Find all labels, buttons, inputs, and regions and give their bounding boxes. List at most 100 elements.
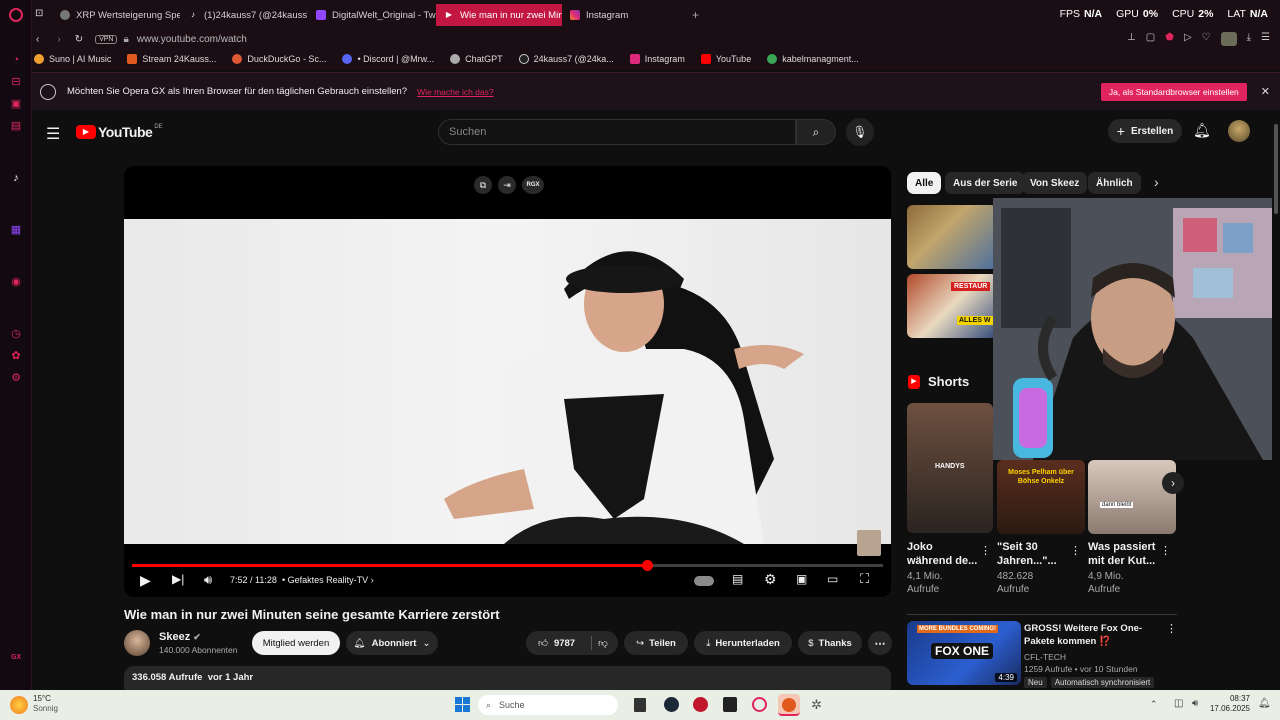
channel-watermark[interactable] [857,530,881,556]
bookmark-chatgpt[interactable]: ChatGPT [450,54,503,64]
tab-instagram[interactable]: Instagram [562,4,690,26]
weather-icon[interactable] [10,696,28,714]
autoplay-toggle[interactable] [694,576,714,586]
progress-scrubber[interactable] [642,560,654,571]
gx-corner-icon[interactable]: ◔ [8,52,24,68]
bookmark-discord[interactable]: • Discord | @Mrw... [342,54,434,64]
page-scrollbar[interactable] [1272,112,1280,690]
progress-track[interactable] [132,564,883,567]
vpn-badge[interactable]: VPN [95,34,118,44]
new-tab-icon[interactable]: + [692,8,699,22]
notification-center-icon[interactable]: 🔔︎ [1258,698,1271,709]
exit-icon[interactable]: ⇥ [498,176,516,194]
taskbar-search[interactable]: ⌕ Suche [478,695,618,715]
clock[interactable]: 08:37 17.06.2025 [1206,694,1250,714]
guide-menu-icon[interactable]: ☰ [46,124,60,144]
channel-name[interactable]: Skeez ✔ [159,631,201,643]
fullscreen-icon[interactable]: ⛶ [860,571,869,587]
video-player[interactable]: ⧉ ⇥ RGX ▶ ▶| 🔊︎ 7:52 / 11:28 • Gefaktes … [124,166,891,597]
account-avatar[interactable] [1228,120,1250,142]
opera-logo-icon[interactable] [9,8,23,22]
recommended-thumb-2[interactable]: RESTAUR ALLES W [907,274,997,338]
subscribed-button[interactable]: 🔔︎ Abonniert ⌄ [346,631,438,655]
recommended-video-thumb[interactable]: MORE BUNDLES COMING! FOX ONE 4:39 [907,621,1021,685]
gx-cleaner-icon[interactable]: ▣ [8,96,24,112]
like-icon[interactable]: 👍︎ [538,637,548,649]
notifications-icon[interactable]: 🔔︎ [1193,122,1211,139]
forward-icon[interactable]: › [57,34,60,45]
volume-icon[interactable]: 🔊︎ [1192,698,1198,709]
mic-icon[interactable]: 🎙︎ [846,118,874,146]
search-icon[interactable]: ⌕ [796,119,836,145]
bookmark-youtube[interactable]: YouTube [700,54,751,64]
popout-icon[interactable]: ⧉ [474,176,492,194]
tab-twitch[interactable]: DigitalWelt_Original - Twi [308,4,436,26]
chip-all[interactable]: Alle [907,172,942,194]
join-button[interactable]: Mitglied werden [252,631,340,655]
rgx-badge[interactable]: RGX [522,176,544,194]
download-button[interactable]: ⤓ Herunterladen [694,631,792,655]
volume-icon[interactable]: 🔊︎ [204,572,212,588]
short-thumb-2[interactable]: Moses Pelham über Böhse Onkelz [997,460,1085,534]
short-thumb-3[interactable]: dann bleibt [1088,460,1176,534]
next-icon[interactable]: ▶| [172,572,184,586]
play-icon[interactable]: ▷ [1184,32,1192,46]
gx-control-icon[interactable]: ⊟ [8,74,24,90]
create-button[interactable]: + Erstellen [1108,119,1182,143]
steam-icon[interactable] [664,697,679,712]
settings-icon[interactable]: ⚙ [764,571,777,588]
youtube-logo[interactable]: ▶ YouTube DE [76,124,163,140]
short-2-more-icon[interactable]: ⋮ [1070,544,1081,557]
set-default-button[interactable]: Ja, als Standardbrowser einstellen [1100,82,1247,101]
settings-icon[interactable]: ✲ [811,697,826,712]
close-icon[interactable]: ✕ [1261,85,1270,98]
back-icon[interactable]: ‹ [36,34,39,45]
tab-tiktok[interactable]: ♪ (1)24kauss7 (@24kauss7 [180,4,308,26]
thanks-button[interactable]: $ Thanks [798,631,862,655]
bookmark-kabel[interactable]: kabelmanagment... [767,54,859,64]
description-box[interactable]: 336.058 Aufrufe vor 1 Jahr [124,666,891,690]
bookmark-suno[interactable]: Suno | AI Music [34,54,111,64]
shorts-next-icon[interactable]: › [1162,472,1184,494]
chip-from-skeez[interactable]: Von Skeez [1022,172,1088,194]
bookmark-duckduckgo[interactable]: DuckDuckGo - Sc... [232,54,326,64]
like-count[interactable]: 9787 [554,638,575,649]
more-actions-icon[interactable]: ⋯ [868,631,892,655]
recommended-video-info[interactable]: GROSS! Weitere Fox One- Pakete kommen ⁉️… [1024,622,1174,688]
snapshot-icon[interactable]: ▢ [1146,32,1155,46]
file-explorer-icon[interactable] [634,698,646,712]
heart-icon[interactable]: ♡ [1202,32,1211,46]
scrollbar-thumb[interactable] [1274,124,1278,214]
subtitles-icon[interactable]: ▤ [732,572,743,586]
share-button[interactable]: ↪ Teilen [624,631,688,655]
workspace-icon[interactable]: ⊡ [35,8,47,20]
twitch-icon[interactable]: ▦ [8,222,24,238]
tab-xrp[interactable]: XRP Wertsteigerung Spe [52,4,180,26]
play-icon[interactable]: ▶ [140,572,151,589]
history-icon[interactable]: ◷ [8,326,24,342]
short-thumb-1[interactable]: HANDYS [907,403,993,533]
chips-next-icon[interactable]: › [1154,174,1159,190]
profile-avatar[interactable] [1220,32,1237,46]
chapter-title[interactable]: • Gefaktes Reality-TV › [282,575,374,585]
short-3-more-icon[interactable]: ⋮ [1160,544,1171,557]
extensions-icon[interactable]: ✿ [8,348,24,364]
player-icon[interactable]: ◉ [8,274,24,290]
theater-icon[interactable]: ▭ [827,572,838,586]
menu-icon[interactable]: ☰ [1261,32,1270,46]
search-input[interactable]: Suchen [438,119,796,145]
tiktok-icon[interactable]: ♪ [8,170,24,186]
recommended-thumb-1[interactable] [907,205,997,269]
opera-gx-icon[interactable] [752,697,767,712]
shield-icon[interactable]: ⬟ [1165,32,1174,46]
active-app-icon[interactable] [778,694,800,716]
reload-icon[interactable]: ↻ [75,34,83,45]
bookmark-tiktok[interactable]: 24kauss7 (@24ka... [518,54,614,64]
bookmark-instagram[interactable]: Instagram [629,54,685,64]
tab-youtube[interactable]: ▶ Wie man in nur zwei Minu [436,4,562,26]
pin-icon[interactable]: ⊥ [1127,32,1136,46]
dislike-icon[interactable]: 👎︎ [598,637,608,649]
bookmark-stream[interactable]: Stream 24Kauss... [127,54,216,64]
weather-widget[interactable]: 15°C Sonnig [33,694,58,714]
gx-hotline-icon[interactable]: ▤ [8,118,24,134]
